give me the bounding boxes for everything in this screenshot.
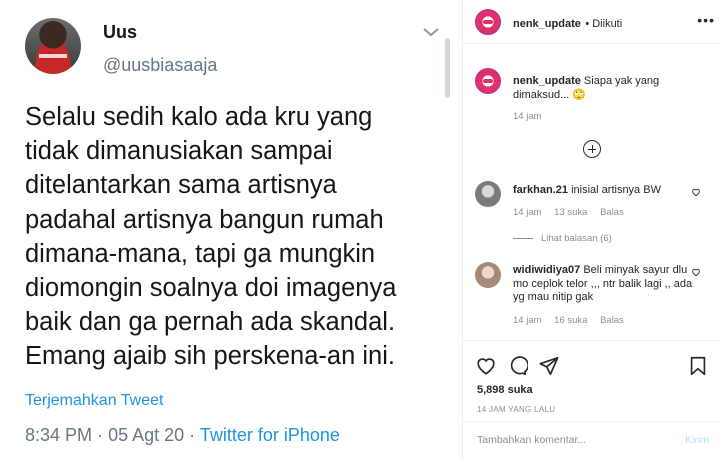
follow-status[interactable]: Diikuti — [592, 18, 622, 30]
tweet-line: padahal artisnya bangun rumah — [25, 205, 384, 234]
comment-likes[interactable]: 13 suka — [554, 207, 587, 218]
view-replies-button[interactable]: Lihat balasan (6) — [513, 233, 612, 244]
tweet-panel: Uus @uusbiasaaja Selalu sedih kalo ada k… — [0, 0, 462, 460]
header-user-row: nenk_update • Diikuti — [513, 14, 622, 32]
share-icon[interactable] — [538, 355, 560, 377]
comment-username[interactable]: widiwidiya07 — [513, 264, 580, 276]
comment: widiwidiya07 Beli minyak sayur dlu mo ce… — [513, 264, 693, 305]
post-caption: nenk_update Siapa yak yang dimaksud... 🙄 — [513, 74, 703, 102]
tweet-line: Emang ajaib sih perskena-an ini. — [25, 342, 395, 371]
comment-text: inisial artisnya BW — [571, 184, 661, 196]
comment-meta: 14 jam 16 suka Balas — [513, 315, 634, 326]
tweet-line: diomongin soalnya doi imagenya — [25, 274, 397, 303]
tweet-author-name[interactable]: Uus — [103, 22, 137, 43]
instagram-panel: nenk_update • Diikuti ••• nenk_update Si… — [462, 0, 720, 460]
load-more-comments-icon[interactable] — [583, 140, 601, 158]
tweet-line: dimana-mana, tapi ga mungkin — [25, 239, 376, 268]
chevron-down-icon[interactable] — [420, 24, 442, 40]
commenter-avatar[interactable] — [475, 262, 501, 288]
account-avatar[interactable] — [475, 9, 501, 35]
tweet-line: Selalu sedih kalo ada kru yang — [25, 103, 373, 131]
comment-likes[interactable]: 16 suka — [554, 315, 587, 326]
reply-button[interactable]: Balas — [600, 207, 624, 218]
post-actions: 5,898 suka 14 JAM YANG LALU Kirim — [463, 340, 720, 460]
comment: farkhan.21 inisial artisnya BW — [513, 184, 693, 198]
tweet-line: baik dan ga pernah ada skandal. — [25, 308, 396, 337]
tweet-metadata: 8:34 PM · 05 Agt 20 · Twitter for iPhone — [25, 425, 340, 446]
tweet-line: tidak dimanusiakan sampai — [25, 137, 333, 166]
header-username[interactable]: nenk_update — [513, 18, 581, 30]
translate-tweet-link[interactable]: Terjemahkan Tweet — [25, 392, 163, 410]
tweet-author-handle[interactable]: @uusbiasaaja — [103, 55, 217, 76]
tweet-text: Selalu sedih kalo ada kru yang tidak dim… — [25, 100, 445, 374]
post-header: nenk_update • Diikuti ••• — [463, 0, 720, 44]
tweet-source-link[interactable]: Twitter for iPhone — [200, 425, 340, 445]
tweet-time[interactable]: 8:34 PM — [25, 425, 92, 445]
separator-dot: · — [189, 425, 200, 445]
like-count[interactable]: 5,898 suka — [477, 384, 533, 396]
tweet-author-avatar[interactable] — [25, 18, 81, 74]
comment-time[interactable]: 14 jam — [513, 315, 542, 326]
comment-meta: 14 jam 13 suka Balas — [513, 207, 634, 218]
like-comment-heart-icon[interactable] — [691, 187, 701, 197]
bookmark-icon[interactable] — [687, 355, 709, 377]
reply-button[interactable]: Balas — [600, 315, 624, 326]
tweet-line: ditelantarkan sama artisnya — [25, 171, 337, 200]
scrollbar[interactable] — [445, 38, 450, 98]
caption-username[interactable]: nenk_update — [513, 75, 581, 87]
heart-icon[interactable] — [475, 355, 497, 377]
separator-dot: · — [97, 425, 109, 445]
reply-line — [513, 237, 533, 239]
comment-time[interactable]: 14 jam — [513, 207, 542, 218]
caption-avatar[interactable] — [475, 68, 501, 94]
post-comment-button[interactable]: Kirim — [685, 434, 709, 446]
comment-input[interactable] — [477, 434, 667, 446]
comment-icon[interactable] — [506, 355, 528, 377]
view-replies-label: Lihat balasan (6) — [541, 233, 612, 244]
commenter-avatar[interactable] — [475, 181, 501, 207]
more-options-icon[interactable]: ••• — [697, 12, 715, 28]
comment-username[interactable]: farkhan.21 — [513, 184, 568, 196]
caption-time[interactable]: 14 jam — [513, 111, 542, 122]
post-timestamp[interactable]: 14 JAM YANG LALU — [477, 405, 555, 414]
add-comment-row: Kirim — [463, 421, 720, 460]
like-comment-heart-icon[interactable] — [691, 267, 701, 277]
tweet-date[interactable]: 05 Agt 20 — [108, 425, 184, 445]
